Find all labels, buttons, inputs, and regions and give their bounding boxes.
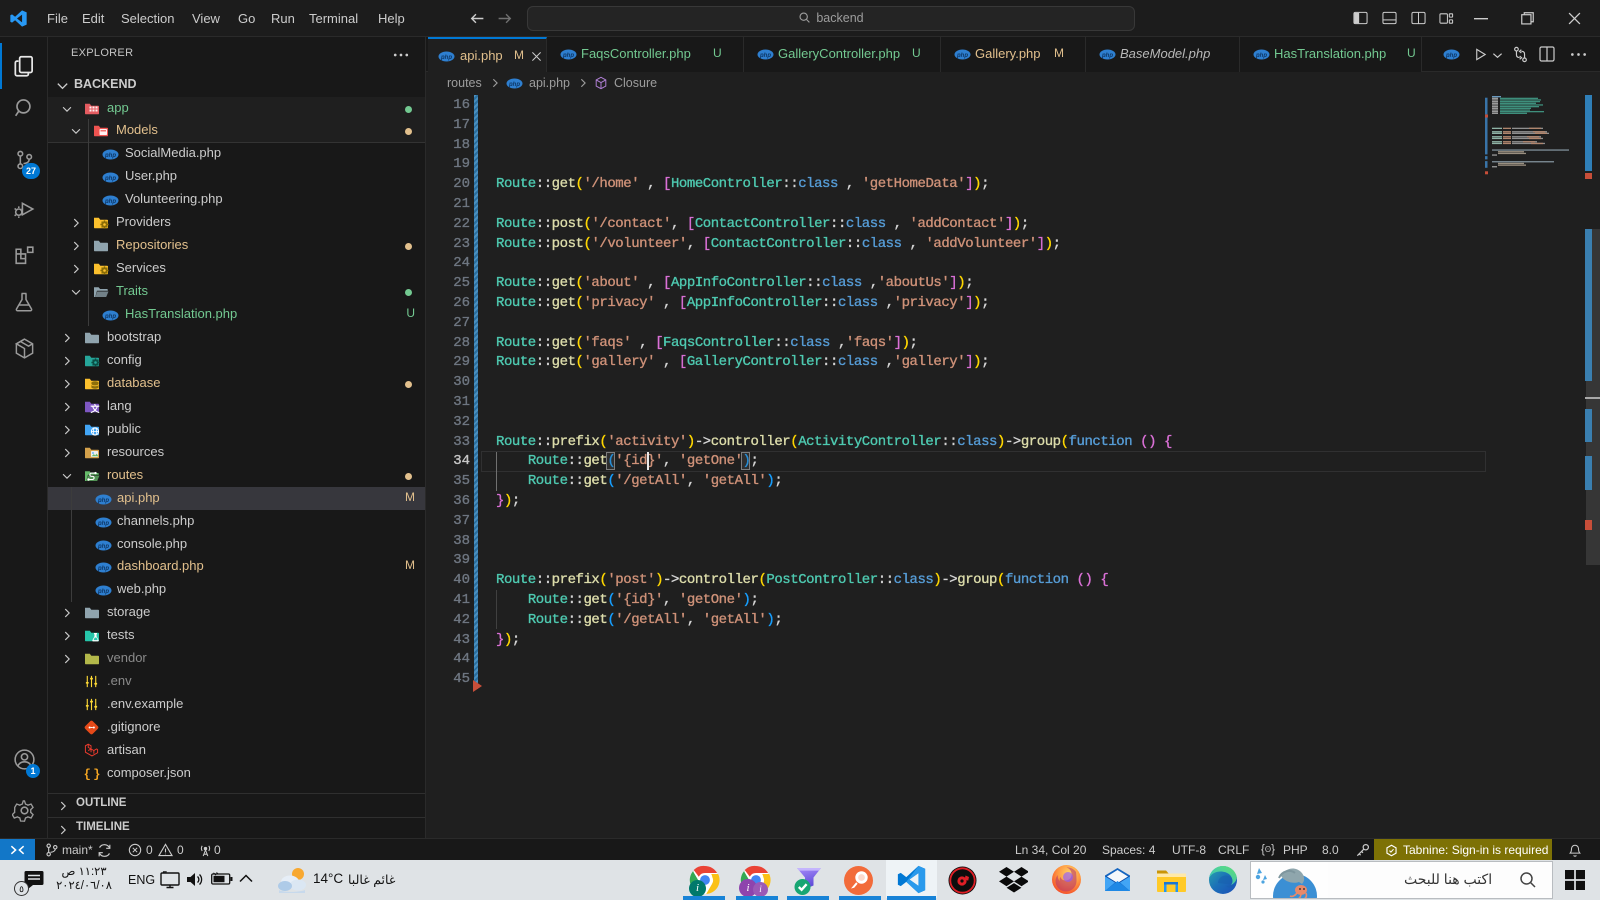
svg-text:php: php [1101, 53, 1113, 59]
svg-text:php: php [1445, 53, 1457, 59]
svg-text:php: php [508, 82, 520, 88]
svg-text:php: php [97, 544, 109, 550]
svg-text:php: php [97, 589, 109, 595]
svg-text:php: php [956, 53, 968, 59]
svg-text:php: php [97, 498, 109, 504]
svg-text:php: php [104, 176, 116, 182]
svg-text:php: php [104, 199, 116, 205]
svg-text:文: 文 [89, 403, 100, 414]
svg-text:php: php [104, 314, 116, 320]
svg-text:php: php [97, 521, 109, 527]
svg-text:{ }: { } [84, 768, 100, 782]
svg-text:php: php [440, 55, 452, 61]
svg-text:php: php [562, 53, 574, 59]
svg-text:php: php [759, 53, 771, 59]
svg-text:php: php [1255, 53, 1267, 59]
svg-text:php: php [104, 153, 116, 159]
svg-text:php: php [97, 566, 109, 572]
